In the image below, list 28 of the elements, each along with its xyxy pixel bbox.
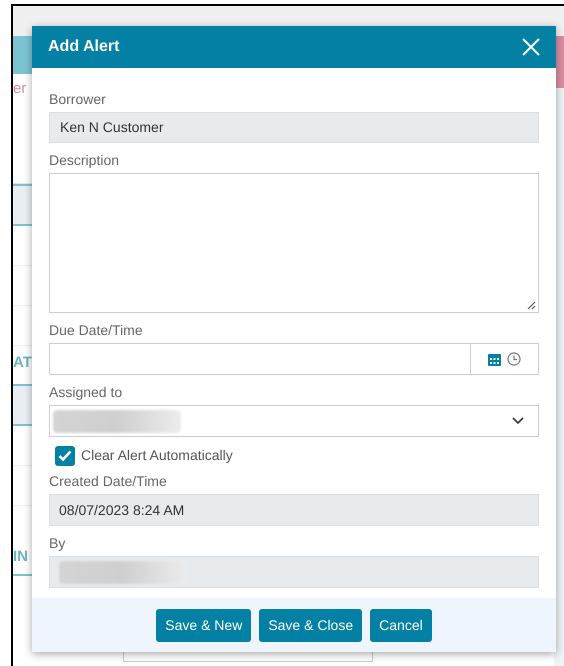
table-row xyxy=(13,384,33,426)
checkbox-label: Clear Alert Automatically xyxy=(81,446,233,465)
input-field[interactable] xyxy=(49,556,539,588)
dialog-button[interactable]: Save & Close xyxy=(259,608,362,642)
chevron-down-icon xyxy=(512,417,524,425)
input-field[interactable] xyxy=(49,343,539,375)
checkbox[interactable] xyxy=(55,446,75,466)
field-label: Assigned to xyxy=(49,383,124,401)
clock-icon[interactable] xyxy=(507,352,521,366)
dialog-button[interactable]: Cancel xyxy=(370,608,432,642)
close-button[interactable] xyxy=(522,38,540,56)
calendar-icon[interactable] xyxy=(488,352,501,366)
close-icon xyxy=(522,38,540,56)
input-field[interactable]: Ken N Customer xyxy=(49,112,539,143)
field-label: Description xyxy=(49,151,120,169)
field-label: Due Date/Time xyxy=(49,321,144,339)
check-icon xyxy=(58,450,72,462)
field-label: Borrower xyxy=(49,90,107,108)
section-text: er xyxy=(13,79,28,99)
dialog-title: Add Alert xyxy=(48,37,120,57)
field-label: By xyxy=(49,534,66,552)
section-text: AT xyxy=(13,353,33,373)
field-label: Created Date/Time xyxy=(49,472,168,490)
dialog-button[interactable]: Save & New xyxy=(156,608,252,642)
input-field[interactable]: 08/07/2023 8:24 AM xyxy=(49,494,539,526)
resize-grip-icon xyxy=(526,300,536,310)
table-row xyxy=(13,184,33,226)
header-band xyxy=(13,36,33,74)
